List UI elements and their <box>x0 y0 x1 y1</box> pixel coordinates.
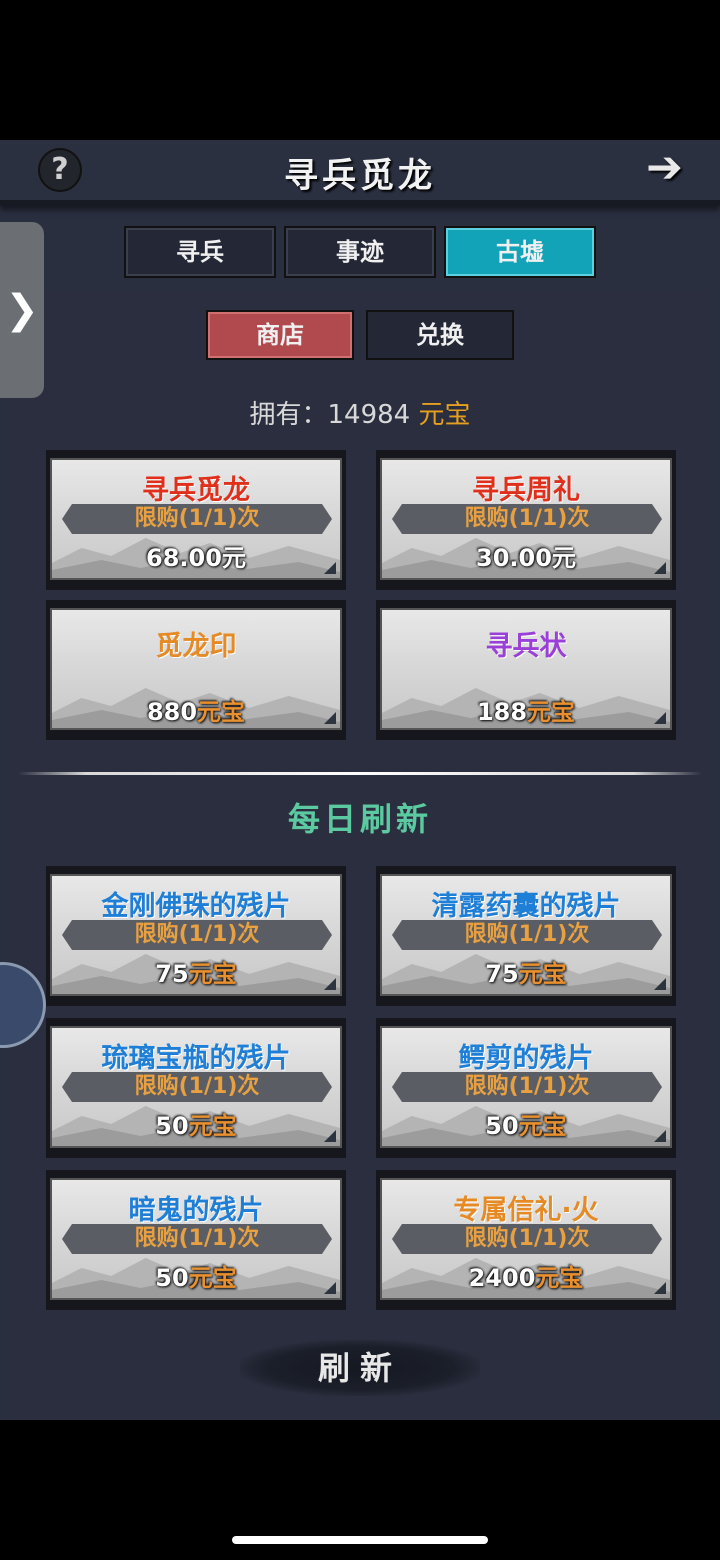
corner-icon <box>654 562 666 574</box>
item-name: 寻兵周礼 <box>472 475 580 506</box>
game-panel: ? 寻兵觅龙 ➔ 寻兵 事迹 古墟 商店 兑换 拥有：14984 元宝 寻兵觅龙… <box>0 140 720 1420</box>
divider <box>18 772 702 775</box>
item-limit: 限购(1/1)次 <box>62 504 332 534</box>
item-limit: 限购(1/1)次 <box>62 1224 332 1254</box>
back-arrow-icon[interactable]: ➔ <box>646 144 683 192</box>
item-name: 琉璃宝瓶的残片 <box>101 1043 291 1074</box>
daily-refresh-title: 每日刷新 <box>287 800 432 838</box>
item-price: 68.00元 <box>146 544 246 572</box>
corner-icon <box>324 1282 336 1294</box>
item-name: 寻兵状 <box>485 631 567 662</box>
daily-item-card[interactable]: 清露药囊的残片 限购(1/1)次 75元宝 <box>376 866 676 1006</box>
item-price: 188元宝 <box>476 698 576 726</box>
corner-icon <box>654 978 666 990</box>
daily-item-card[interactable]: 鳄剪的残片 限购(1/1)次 50元宝 <box>376 1018 676 1158</box>
daily-item-card[interactable]: 暗鬼的残片 限购(1/1)次 50元宝 <box>46 1170 346 1310</box>
owned-label: 拥有： <box>249 400 328 430</box>
item-limit: 限购(1/1)次 <box>62 1072 332 1102</box>
daily-item-card[interactable]: 金刚佛珠的残片 限购(1/1)次 75元宝 <box>46 866 346 1006</box>
item-limit: 限购(1/1)次 <box>392 920 662 950</box>
item-name: 觅龙印 <box>155 631 237 662</box>
shop-item-card[interactable]: 寻兵觅龙 限购(1/1)次 68.00元 <box>46 450 346 590</box>
item-name: 金刚佛珠的残片 <box>101 891 291 922</box>
tab-shop[interactable]: 商店 <box>206 310 354 360</box>
corner-icon <box>324 978 336 990</box>
corner-icon <box>654 712 666 724</box>
currency-owned: 拥有：14984 元宝 <box>0 394 720 431</box>
item-limit: 限购(1/1)次 <box>392 504 662 534</box>
item-price: 50元宝 <box>155 1112 237 1140</box>
item-price: 30.00元 <box>476 544 576 572</box>
item-price: 2400元宝 <box>468 1264 584 1292</box>
tab-search-weapon[interactable]: 寻兵 <box>124 226 276 278</box>
corner-icon <box>324 712 336 724</box>
item-limit: 限购(1/1)次 <box>62 920 332 950</box>
daily-item-card[interactable]: 琉璃宝瓶的残片 限购(1/1)次 50元宝 <box>46 1018 346 1158</box>
corner-icon <box>654 1282 666 1294</box>
top-bar: ? 寻兵觅龙 ➔ <box>0 140 720 206</box>
item-price: 50元宝 <box>155 1264 237 1292</box>
tab-deeds[interactable]: 事迹 <box>284 226 436 278</box>
tab-exchange[interactable]: 兑换 <box>366 310 514 360</box>
item-price: 75元宝 <box>155 960 237 988</box>
owned-currency: 元宝 <box>418 400 471 430</box>
item-limit: 限购(1/1)次 <box>392 1224 662 1254</box>
page-title: 寻兵觅龙 <box>284 156 436 196</box>
item-name: 鳄剪的残片 <box>458 1043 594 1074</box>
item-name: 寻兵觅龙 <box>142 475 250 506</box>
home-indicator[interactable] <box>232 1536 488 1544</box>
owned-amount: 14984 <box>327 400 411 430</box>
shop-item-card[interactable]: 寻兵周礼 限购(1/1)次 30.00元 <box>376 450 676 590</box>
main-tabs: 寻兵 事迹 古墟 <box>124 226 596 278</box>
daily-item-card[interactable]: 专属信礼·火 限购(1/1)次 2400元宝 <box>376 1170 676 1310</box>
shop-item-card[interactable]: 寻兵状 188元宝 <box>376 600 676 740</box>
item-price: 50元宝 <box>485 1112 567 1140</box>
item-name: 暗鬼的残片 <box>128 1195 264 1226</box>
item-name: 清露药囊的残片 <box>431 891 621 922</box>
side-drawer-handle[interactable]: ❯ <box>0 222 44 398</box>
item-price: 75元宝 <box>485 960 567 988</box>
shop-item-card[interactable]: 觅龙印 880元宝 <box>46 600 346 740</box>
corner-icon <box>324 562 336 574</box>
item-limit: 限购(1/1)次 <box>392 1072 662 1102</box>
refresh-button[interactable]: 刷新 <box>240 1340 480 1396</box>
item-name: 专属信礼·火 <box>453 1195 599 1226</box>
corner-icon <box>324 1130 336 1142</box>
corner-icon <box>654 1130 666 1142</box>
item-price: 880元宝 <box>146 698 246 726</box>
tab-ruins[interactable]: 古墟 <box>444 226 596 278</box>
